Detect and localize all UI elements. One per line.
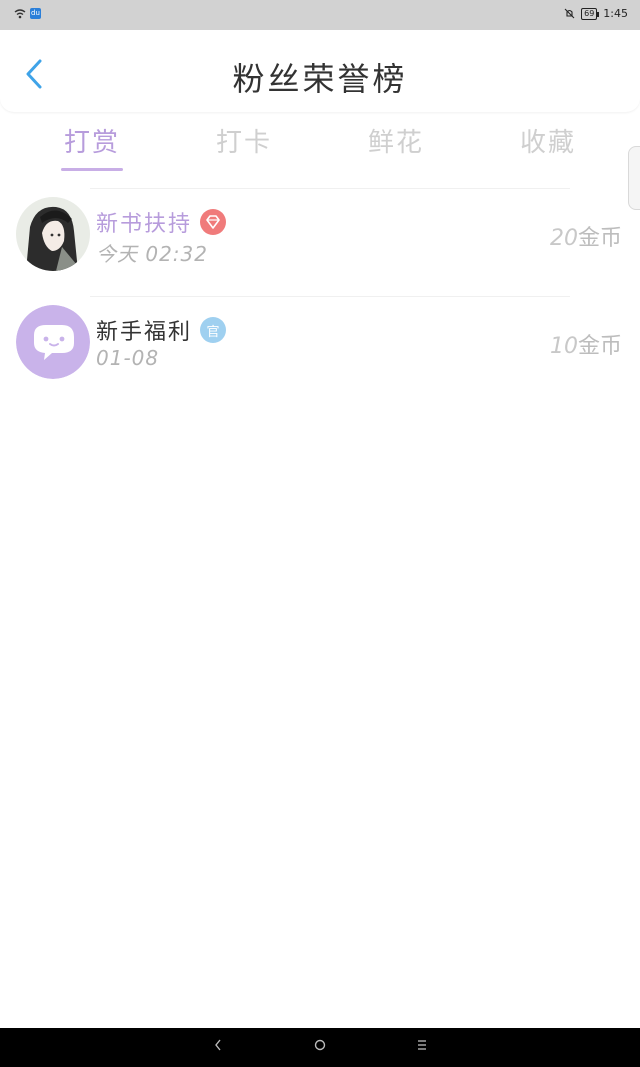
amount-unit: 金币 — [577, 334, 622, 359]
tab-flowers[interactable]: 鲜花 — [346, 122, 446, 159]
status-time: 1:45 — [603, 7, 628, 20]
status-bar: du 69 1:45 — [0, 0, 640, 30]
tab-bar: 打赏 打卡 鲜花 收藏 — [0, 112, 640, 176]
nav-home-icon — [314, 1039, 326, 1051]
ranking-list: 新书扶持 今天 02:32 20金币 新手福利 官 01-08 10金币 — [0, 186, 640, 402]
amount-value: 20 — [549, 226, 578, 251]
wifi-icon — [14, 8, 26, 18]
tab-favorites[interactable]: 收藏 — [498, 122, 598, 159]
divider — [90, 188, 570, 189]
list-item[interactable]: 新手福利 官 01-08 10金币 — [0, 294, 640, 402]
nav-back-button[interactable] — [208, 1038, 228, 1058]
diamond-icon — [200, 209, 227, 235]
timestamp: 今天 02:32 — [96, 242, 208, 266]
reward-amount: 20金币 — [550, 220, 622, 252]
active-tab-indicator — [61, 168, 123, 171]
timestamp: 01-08 — [96, 346, 160, 370]
name-row: 新书扶持 — [96, 206, 227, 238]
battery-indicator: 69 — [581, 7, 600, 20]
header: 粉丝荣誉榜 — [0, 30, 640, 112]
tab-checkin[interactable]: 打卡 — [194, 122, 294, 159]
list-item[interactable]: 新书扶持 今天 02:32 20金币 — [0, 186, 640, 294]
reward-amount: 10金币 — [550, 328, 622, 360]
amount-value: 10 — [549, 334, 578, 359]
user-name: 新手福利 — [96, 320, 193, 345]
nav-back-icon — [215, 1039, 221, 1051]
status-right: 69 1:45 — [564, 7, 628, 20]
nav-menu-icon — [418, 1040, 426, 1050]
nav-home-button[interactable] — [310, 1038, 330, 1058]
system-nav-bar — [0, 1028, 640, 1067]
tab-reward[interactable]: 打赏 — [42, 122, 142, 159]
user-name: 新书扶持 — [96, 212, 193, 237]
status-left: du — [14, 8, 41, 19]
official-icon: 官 — [200, 317, 227, 343]
page: du 69 1:45 粉丝荣誉榜 打赏 打卡 鲜花 收藏 新书扶持 今天 02:… — [0, 0, 640, 1067]
nav-menu-button[interactable] — [412, 1038, 432, 1058]
amount-unit: 金币 — [577, 226, 622, 251]
avatar[interactable] — [16, 305, 90, 379]
page-title: 粉丝荣誉榜 — [232, 60, 408, 98]
avatar-illustration-icon — [16, 197, 90, 271]
mute-icon — [564, 8, 575, 19]
app-notification-icon: du — [30, 8, 41, 19]
divider — [90, 296, 570, 297]
chat-bubble-icon — [16, 305, 90, 379]
name-row: 新手福利 官 — [96, 314, 227, 346]
avatar[interactable] — [16, 197, 90, 271]
